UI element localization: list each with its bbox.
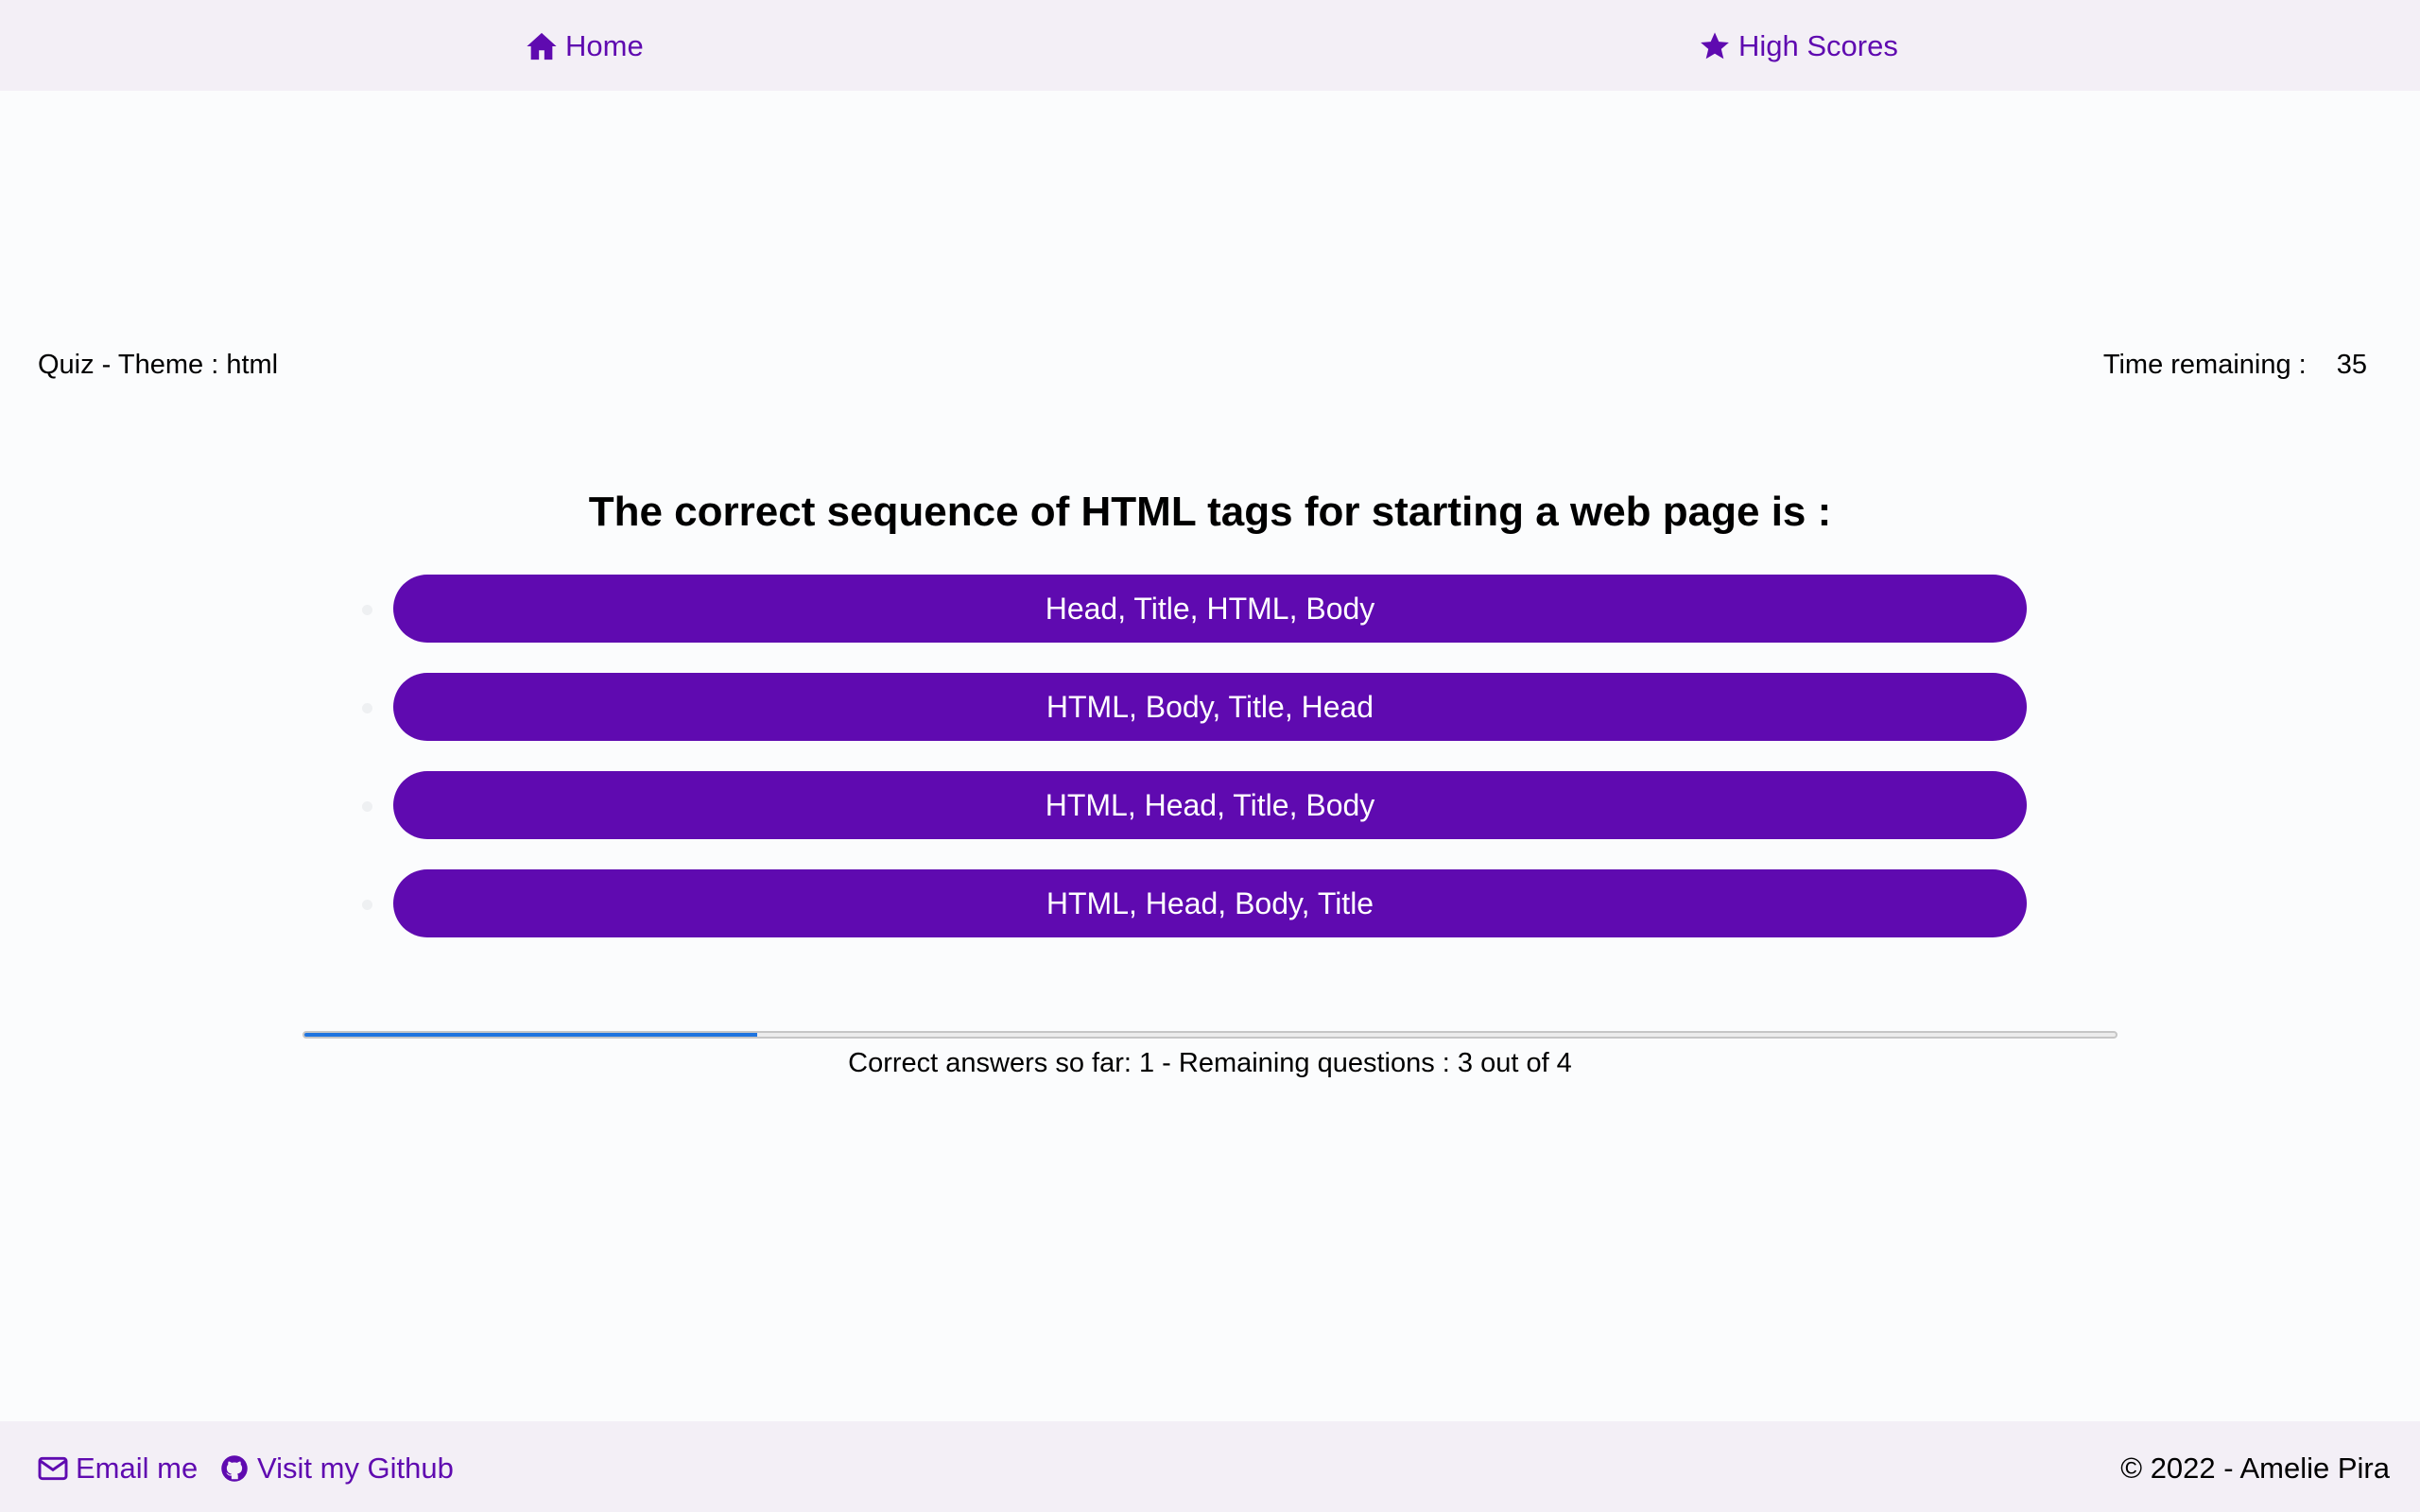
answer-button-3[interactable]: HTML, Head, Title, Body [393, 771, 2027, 839]
answer-item: HTML, Body, Title, Head [0, 673, 2420, 771]
timer-label: Time remaining : [2102, 350, 2307, 380]
envelope-icon [38, 1456, 68, 1481]
timer-value: 35 [2336, 350, 2367, 380]
progress-bar-fill [304, 1033, 757, 1037]
list-bullet [362, 605, 372, 615]
copyright-text: © 2022 - Amelie Pira [2120, 1452, 2390, 1485]
list-bullet [362, 703, 372, 713]
answer-button-1[interactable]: Head, Title, HTML, Body [393, 575, 2027, 643]
nav-home-link[interactable]: Home [526, 27, 644, 65]
email-link[interactable]: Email me [38, 1450, 198, 1487]
quiz-theme-prefix: Quiz - Theme : [38, 350, 227, 380]
progress-text: Correct answers so far: 1 - Remaining qu… [848, 1048, 1572, 1078]
nav-home-label: Home [565, 29, 644, 62]
home-icon [527, 32, 557, 60]
answer-button-4[interactable]: HTML, Head, Body, Title [393, 869, 2027, 937]
answer-item: Head, Title, HTML, Body [0, 575, 2420, 673]
progress-bar [302, 1031, 2118, 1039]
github-link-label: Visit my Github [257, 1452, 454, 1485]
github-icon [221, 1455, 248, 1482]
timer: Time remaining : 35 [2103, 348, 2367, 382]
nav-high-scores-link[interactable]: High Scores [1699, 27, 1898, 65]
star-icon [1701, 32, 1729, 60]
email-link-label: Email me [76, 1452, 199, 1485]
question-text: The correct sequence of HTML tags for st… [588, 489, 1832, 535]
quiz-theme: Quiz - Theme : html [38, 348, 278, 382]
nav-high-scores-label: High Scores [1738, 29, 1898, 62]
footer: Email me Visit my Github © 2022 - Amelie… [0, 1421, 2420, 1512]
github-link[interactable]: Visit my Github [219, 1450, 454, 1487]
answer-item: HTML, Head, Body, Title [0, 869, 2420, 968]
answer-button-2[interactable]: HTML, Body, Title, Head [393, 673, 2027, 741]
list-bullet [362, 900, 372, 910]
answer-list: Head, Title, HTML, Body HTML, Body, Titl… [0, 575, 2420, 968]
answer-item: HTML, Head, Title, Body [0, 771, 2420, 869]
top-nav: Home High Scores [0, 0, 2420, 91]
quiz-theme-name: html [226, 350, 279, 380]
list-bullet [362, 801, 372, 812]
